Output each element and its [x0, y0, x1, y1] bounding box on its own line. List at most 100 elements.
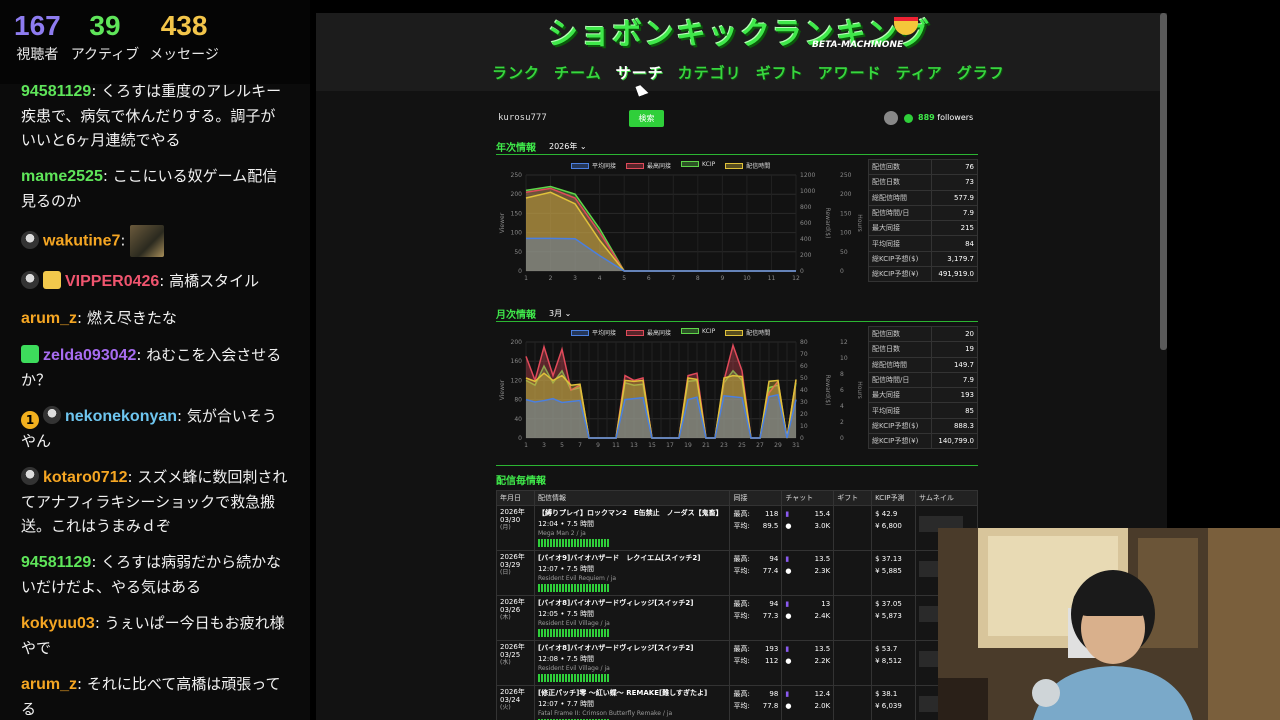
nav-item[interactable]: サーチ — [616, 62, 664, 83]
legend-item[interactable]: 最高同接 — [626, 161, 671, 170]
sessions-header-cell[interactable]: サムネイル — [915, 490, 978, 506]
session-info[interactable]: [バイオ8]バイオハザードヴィレッジ[スイッチ2] 12:08 • 7.5 時間 R… — [533, 640, 731, 686]
monthly-divider — [496, 321, 978, 322]
y2-tick-label: 0 — [800, 435, 804, 442]
session-day: 03/29 — [500, 561, 521, 569]
session-info[interactable]: [バイオ8]バイオハザードヴィレッジ[スイッチ2] 12:05 • 7.5 時間 R… — [533, 595, 731, 641]
session-title[interactable]: 【縛りプレイ】ロックマン2 E缶禁止 ノーダス【鬼畜】 — [538, 508, 727, 518]
nav-item[interactable]: カテゴリ — [678, 62, 742, 83]
y3-tick-label: 8 — [840, 371, 844, 378]
chat-username[interactable]: mame2525 — [21, 168, 103, 185]
table-row[interactable]: 2026年 03/29 (日) [バイオ9]バイオハザード レクイエム[スイッチ2] 1… — [496, 550, 978, 596]
session-kcip-jpy: ¥ 8,512 — [875, 657, 902, 665]
y3-tick-label: 4 — [840, 403, 844, 410]
nav-item[interactable]: グラフ — [957, 62, 1005, 83]
sessions-header-cell[interactable]: チャット — [781, 490, 835, 506]
session-info[interactable]: [修正パッチ]零 〜紅い蝶〜 REMAKE[難しすぎたよ] 12:07 • 7.7… — [533, 685, 731, 720]
chat-username[interactable]: wakutine7 — [43, 233, 120, 250]
x-tick-label: 12 — [792, 275, 800, 281]
session-title[interactable]: [バイオ9]バイオハザード レクイエム[スイッチ2] — [538, 553, 727, 563]
table-row[interactable]: 2026年 03/26 (木) [バイオ8]バイオハザードヴィレッジ[スイッチ2] 12… — [496, 595, 978, 641]
chat-username[interactable]: arum_z — [21, 310, 77, 327]
session-sparkline — [537, 629, 610, 637]
nav-item[interactable]: ランク — [492, 62, 540, 83]
year-select[interactable]: 2026年 ⌄ — [549, 141, 587, 152]
nav-item[interactable]: ティア — [896, 62, 943, 83]
session-chat-rate: 13.5 — [814, 645, 831, 653]
nav-item[interactable]: アワード — [818, 62, 882, 83]
table-row[interactable]: 2026年 03/30 (月) 【縛りプレイ】ロックマン2 E缶禁止 ノーダス【鬼畜】… — [496, 505, 978, 551]
chat-username[interactable]: arum_z — [21, 676, 77, 693]
session-title[interactable]: [バイオ8]バイオハザードヴィレッジ[スイッチ2] — [538, 598, 727, 608]
session-time: 12:08 • 7.5 時間 — [537, 655, 595, 663]
site-header: ショボンキックランキング BETA-MACHINONE ランク チーム サーチ カテゴ… — [316, 13, 1167, 97]
legend-item[interactable]: 配信時間 — [725, 161, 770, 170]
legend-item[interactable]: KCIP — [681, 161, 715, 170]
sessions-header-cell[interactable]: 配信情報 — [533, 490, 731, 506]
session-title[interactable]: [修正パッチ]零 〜紅い蝶〜 REMAKE[難しすぎたよ] — [538, 688, 727, 698]
sessions-header-cell[interactable]: 同接 — [729, 490, 783, 506]
search-input[interactable]: kurosu777 — [498, 113, 547, 123]
x-tick-label: 19 — [684, 442, 692, 448]
bolt-icon: ▮ — [785, 645, 790, 653]
session-info[interactable]: 【縛りプレイ】ロックマン2 E缶禁止 ノーダス【鬼畜】 12:04 • 7.5 時… — [533, 505, 731, 551]
search-button[interactable]: 検索 — [629, 110, 664, 127]
chat-text: 高橋スタイル — [169, 272, 260, 290]
session-chat-total-row: ● 2.4K — [785, 610, 830, 622]
chat-username[interactable]: VIPPER0426 — [65, 273, 159, 290]
y3-tick-label: 2 — [840, 419, 844, 426]
y2-tick-label: 600 — [800, 220, 812, 227]
session-sparkline — [537, 539, 610, 547]
session-chat-rate-row: ▮ 13 — [785, 598, 830, 610]
stat-row: 配信回数 76 — [868, 158, 978, 176]
legend-item[interactable]: 配信時間 — [725, 328, 770, 337]
x-tick-label: 13 — [630, 442, 638, 448]
session-avg-row: 平均: 89.5 — [733, 520, 778, 532]
sessions-header-cell[interactable]: KCIP予測 — [871, 490, 917, 506]
session-avg-row: 平均: 77.8 — [733, 700, 778, 712]
sessions-header-cell[interactable]: 年月日 — [496, 490, 535, 506]
legend-item[interactable]: 平均同接 — [571, 161, 616, 170]
nav-item[interactable]: チーム — [554, 62, 602, 83]
session-year: 2026年 — [500, 688, 525, 696]
session-max-row: 最高: 118 — [733, 508, 778, 520]
session-date: 2026年 03/24 (火) — [496, 685, 535, 720]
chat-username[interactable]: kotaro0712 — [43, 469, 128, 486]
month-select[interactable]: 3月 ⌄ — [549, 308, 571, 319]
chat-separator: : — [94, 614, 105, 632]
chat-message: 1 nekonekonyan: 気が合いそうやん — [0, 401, 310, 462]
site-logo-subtitle: BETA-MACHINONE — [812, 40, 904, 50]
x-tick-label: 4 — [598, 275, 602, 281]
x-tick-label: 7 — [671, 275, 675, 281]
nav-item[interactable]: ギフト — [756, 62, 804, 83]
chat-username[interactable]: nekonekonyan — [65, 408, 177, 425]
page-scrollbar[interactable] — [1160, 13, 1167, 350]
stat-row: 最大同接 215 — [868, 220, 978, 237]
session-kcip: $ 53.7 ¥ 8,512 — [871, 640, 917, 686]
avg-label: 平均: — [733, 522, 750, 530]
session-gift — [833, 550, 873, 596]
legend-item[interactable]: 平均同接 — [571, 328, 616, 337]
stat-viewers-value: 167 — [14, 10, 61, 41]
max-label: 最高: — [733, 645, 750, 653]
y3-tick-label: 150 — [840, 210, 852, 217]
stat-row: 配信日数 73 — [868, 174, 978, 191]
chat-username[interactable]: zelda093042 — [43, 347, 136, 364]
legend-item[interactable]: KCIP — [681, 328, 715, 337]
stat-messages: 438 メッセージ — [149, 10, 219, 84]
bolt-icon: ▮ — [785, 510, 790, 518]
chat-overlay: 167 視聴者 39 アクティブ 438 メッセージ 94581129: くろす… — [0, 0, 310, 720]
stat-value: 888.3 — [931, 417, 978, 435]
legend-item[interactable]: 最高同接 — [626, 328, 671, 337]
session-title[interactable]: [バイオ8]バイオハザードヴィレッジ[スイッチ2] — [538, 643, 727, 653]
chat-username[interactable]: kokyuu03 — [21, 615, 95, 632]
y2-tick-label: 70 — [800, 351, 808, 358]
chat-username[interactable]: 94581129 — [21, 83, 91, 100]
session-info[interactable]: [バイオ9]バイオハザード レクイエム[スイッチ2] 12:07 • 7.5 時間… — [533, 550, 731, 596]
sessions-header-cell[interactable]: ギフト — [833, 490, 873, 506]
chat-username[interactable]: 94581129 — [21, 554, 91, 571]
session-chat-total-row: ● 2.0K — [785, 700, 830, 712]
chat-separator: : — [102, 167, 113, 185]
table-row[interactable]: 2026年 03/25 (水) [バイオ8]バイオハザードヴィレッジ[スイッチ2] 12… — [496, 640, 978, 686]
table-row[interactable]: 2026年 03/24 (火) [修正パッチ]零 〜紅い蝶〜 REMAKE[難しすぎた… — [496, 685, 978, 720]
